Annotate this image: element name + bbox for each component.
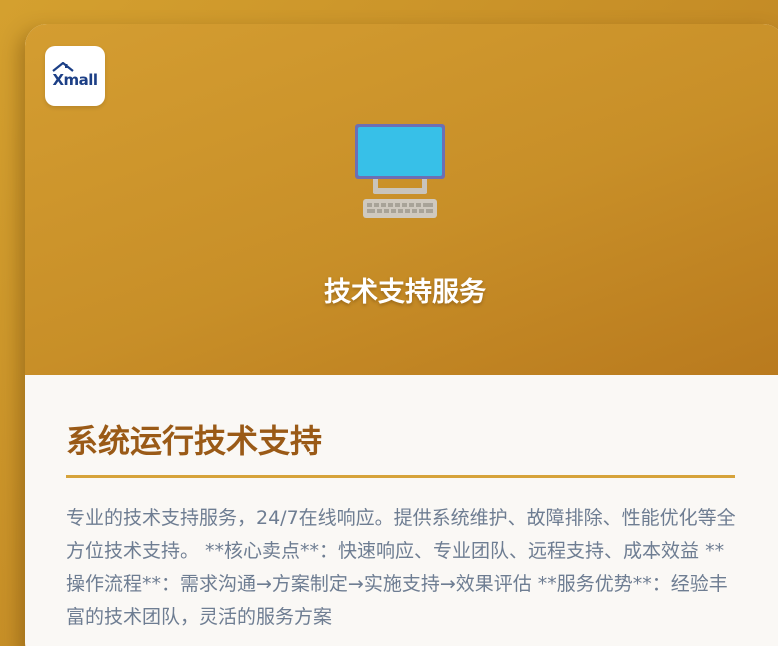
section-title: 系统运行技术支持 <box>66 422 323 460</box>
service-card[interactable]: Xmall 技术支持服务 系统运行技术支持 专业的技术支持服务，24/7在线响应… <box>25 24 778 646</box>
title-divider <box>66 475 735 478</box>
content-section: 系统运行技术支持 专业的技术支持服务，24/7在线响应。提供系统维护、故障排除、… <box>25 375 778 646</box>
desktop-computer-icon <box>355 124 445 218</box>
service-description: 专业的技术支持服务，24/7在线响应。提供系统维护、故障排除、性能优化等全方位技… <box>66 507 736 628</box>
brand-logo[interactable]: Xmall <box>45 46 105 106</box>
hero-banner: Xmall 技术支持服务 <box>25 24 778 375</box>
brand-name: Xmall <box>52 71 98 89</box>
hero-title: 技术支持服务 <box>324 277 486 308</box>
